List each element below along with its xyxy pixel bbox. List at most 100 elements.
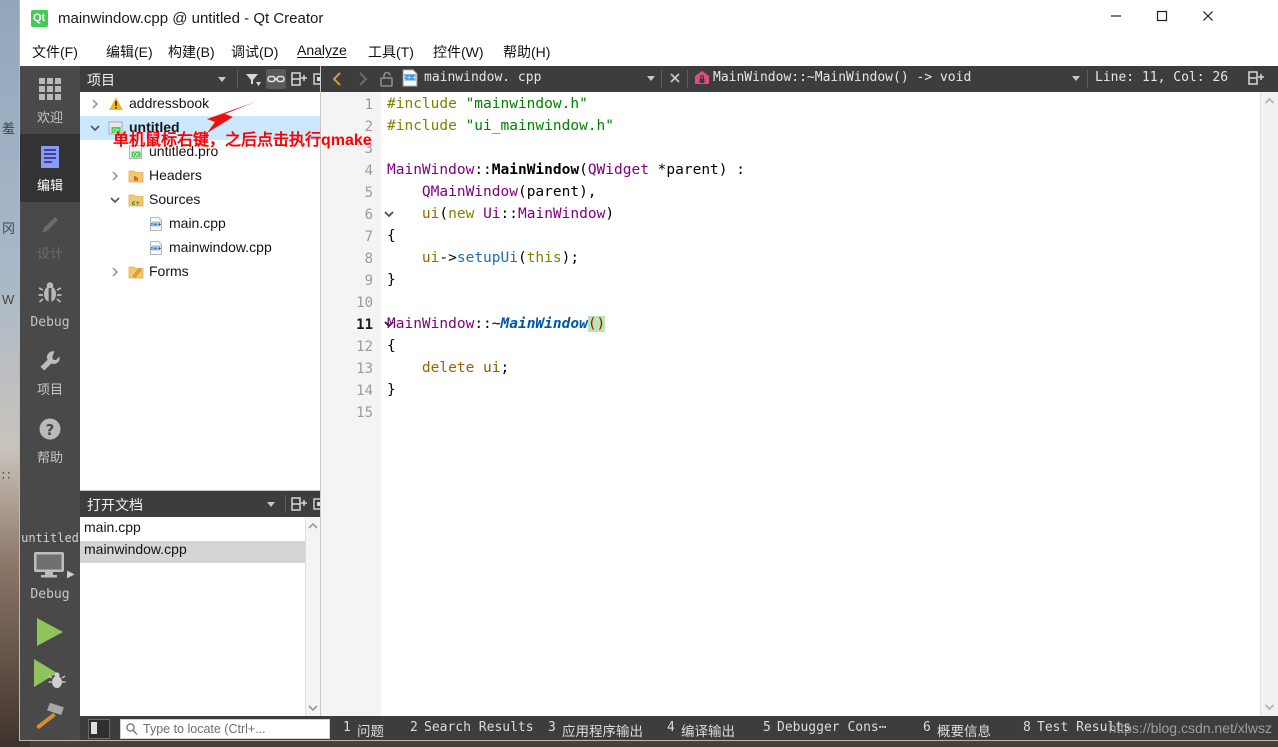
warning-triangle-icon	[108, 96, 124, 117]
open-document-main-cpp[interactable]: main.cpp	[80, 519, 312, 541]
chevron-right-icon[interactable]	[88, 97, 102, 111]
open-documents-scrollbar[interactable]	[305, 517, 320, 717]
line-number: 14	[356, 383, 373, 399]
tree-item-sources[interactable]: c+ Sources	[80, 188, 320, 212]
mode-debug[interactable]: Debug	[20, 270, 80, 338]
desktop-ghost-label: 冈	[2, 221, 16, 236]
output-tab-num[interactable]: 5	[763, 720, 771, 735]
mode-welcome[interactable]: 欢迎	[20, 66, 80, 134]
menu-file[interactable]: 文件(F)	[32, 42, 78, 62]
run-debug-button[interactable]	[20, 657, 80, 699]
split-add-icon[interactable]	[1246, 68, 1266, 93]
line-number: 13	[356, 361, 373, 377]
tree-item-headers[interactable]: h Headers	[80, 164, 320, 188]
chevron-right-icon[interactable]	[108, 169, 122, 183]
code-line-2: #include "ui_mainwindow.h"	[387, 118, 614, 134]
line-number-gutter: 1 2 3 4 5 6 7 8 9 10 11 12 13 14 15	[321, 92, 381, 716]
title-bar: mainwindow.cpp @ untitled - Qt Creator	[20, 0, 1278, 39]
chevron-down-icon[interactable]	[88, 121, 102, 135]
line-number: 15	[356, 405, 373, 421]
editor-file-name[interactable]: mainwindow. cpp	[424, 70, 541, 85]
window-body: 欢迎 编辑 设计 Debug 项目 ? 帮助 untitled ▶ Debug …	[20, 66, 1278, 740]
svg-text:?: ?	[46, 421, 55, 439]
chevron-down-icon[interactable]	[1066, 68, 1086, 93]
code-text-area[interactable]: 1 2 3 4 5 6 7 8 9 10 11 12 13 14 15 #inc…	[321, 92, 1278, 716]
link-sync-icon[interactable]	[266, 69, 286, 89]
chevron-right-icon[interactable]	[351, 68, 373, 95]
mode-help[interactable]: ? 帮助	[20, 406, 80, 474]
menu-tools[interactable]: 工具(T)	[368, 42, 414, 62]
menu-debug[interactable]: 调试(D)	[231, 42, 278, 62]
line-number: 12	[356, 339, 373, 355]
mode-edit[interactable]: 编辑	[20, 134, 80, 202]
output-tab-num[interactable]: 8	[1023, 720, 1031, 735]
build-button[interactable]	[20, 699, 80, 741]
chevron-right-icon[interactable]	[108, 265, 122, 279]
output-tab-app-output[interactable]: 应用程序输出	[562, 720, 643, 740]
editor-scrollbar[interactable]	[1260, 92, 1278, 716]
scroll-down-icon	[1264, 704, 1275, 711]
mode-debug-label: Debug	[30, 315, 70, 330]
output-tab-num[interactable]: 4	[667, 720, 675, 735]
search-icon	[126, 723, 138, 735]
close-icon[interactable]	[665, 68, 685, 93]
cpp-file-icon: c++	[148, 240, 164, 261]
code-line-13: delete ui;	[421, 360, 510, 376]
output-tab-num[interactable]: 3	[548, 720, 556, 735]
open-document-mainwindow-cpp[interactable]: mainwindow.cpp	[80, 541, 312, 563]
line-number: 11	[356, 317, 373, 333]
hammer-icon	[36, 702, 64, 729]
code-line-11: MainWindow::~MainWindow()	[387, 316, 606, 332]
unlocked-icon[interactable]	[376, 68, 398, 95]
filter-icon[interactable]	[243, 69, 263, 89]
desktop-ghost-label: W	[2, 292, 15, 307]
code-line-1: #include "mainwindow.h"	[387, 96, 588, 112]
output-tab-num[interactable]: 1	[343, 720, 351, 735]
line-number: 1	[364, 97, 373, 113]
desktop-monitor-icon[interactable]	[32, 551, 66, 584]
output-tab-problems[interactable]: 问题	[357, 720, 384, 740]
tree-item-main-cpp[interactable]: c++ main.cpp	[80, 212, 320, 236]
editor-symbol-name[interactable]: MainWindow::~MainWindow() -> void	[713, 70, 971, 85]
menu-analyze[interactable]: Analyze	[297, 42, 347, 58]
run-button[interactable]	[20, 615, 80, 657]
tree-label: Forms	[149, 263, 189, 279]
split-add-icon[interactable]	[289, 494, 309, 514]
qt-icon	[31, 10, 49, 29]
kit-expand-arrow-icon[interactable]: ▶	[67, 569, 75, 580]
locator-placeholder: Type to locate (Ctrl+...	[143, 722, 266, 736]
output-tab-num[interactable]: 6	[923, 720, 931, 735]
output-tab-search-results[interactable]: Search Results	[424, 720, 534, 735]
tree-label: main.cpp	[169, 215, 226, 231]
menu-edit[interactable]: 编辑(E)	[106, 42, 153, 62]
output-tab-compile-output[interactable]: 编译输出	[681, 720, 735, 740]
chevron-down-icon[interactable]	[641, 68, 661, 93]
maximize-button[interactable]	[1139, 0, 1185, 31]
editor-toolbar: c++ mainwindow. cpp MainWindow::~MainWin…	[321, 66, 1278, 92]
sidebar-toggle-icon[interactable]	[88, 719, 110, 739]
mode-projects[interactable]: 项目	[20, 338, 80, 406]
split-add-icon[interactable]	[289, 69, 309, 89]
menu-widgets[interactable]: 控件(W)	[433, 42, 484, 62]
chevron-down-icon[interactable]	[261, 494, 281, 514]
open-documents-header: 打开文档	[80, 491, 329, 517]
close-button[interactable]	[1185, 0, 1231, 31]
output-tab-num[interactable]: 2	[410, 720, 418, 735]
output-tab-debugger-console[interactable]: Debugger Cons⋯	[777, 720, 887, 735]
menu-build[interactable]: 构建(B)	[168, 42, 215, 62]
class-member-icon	[692, 68, 712, 93]
tree-item-mainwindow-cpp[interactable]: c++ mainwindow.cpp	[80, 236, 320, 260]
output-tab-general-messages[interactable]: 概要信息	[937, 720, 991, 740]
menu-help[interactable]: 帮助(H)	[503, 42, 550, 62]
tree-item-forms[interactable]: Forms	[80, 260, 320, 284]
locator-input[interactable]: Type to locate (Ctrl+...	[120, 719, 330, 739]
menu-bar: 文件(F) 编辑(E) 构建(B) 调试(D) Analyze 工具(T) 控件…	[20, 38, 1278, 67]
chevron-down-icon[interactable]	[108, 193, 122, 207]
line-number: 10	[356, 295, 373, 311]
pencil-icon	[37, 212, 63, 243]
chevron-left-icon[interactable]	[327, 68, 349, 95]
minimize-button[interactable]	[1093, 0, 1139, 31]
tree-label: Headers	[149, 167, 202, 183]
folder-cpp-icon: c+	[128, 192, 144, 213]
chevron-down-icon[interactable]	[212, 69, 232, 89]
